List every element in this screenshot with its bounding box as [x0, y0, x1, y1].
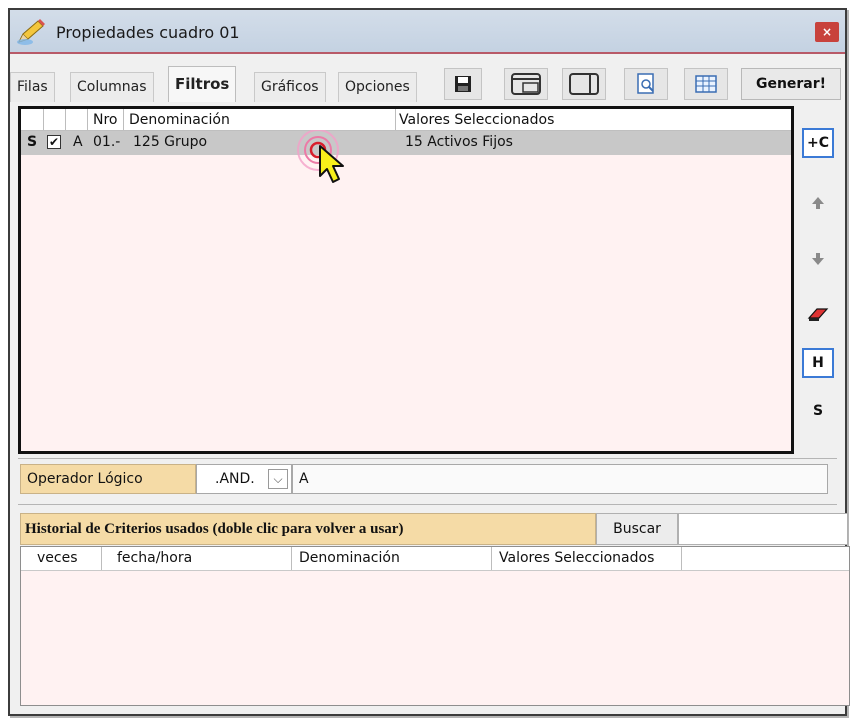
save-icon: [455, 76, 471, 92]
column-veces[interactable]: veces: [37, 547, 78, 570]
column-valores[interactable]: Valores Seleccionados: [399, 109, 554, 130]
close-icon: ×: [821, 25, 833, 39]
move-up-button[interactable]: [802, 188, 834, 218]
close-button[interactable]: ×: [815, 22, 839, 42]
preview-button[interactable]: [624, 68, 668, 100]
logic-operator-row: Operador Lógico .AND. ⌵ A: [20, 464, 828, 494]
column-nro[interactable]: Nro: [93, 109, 118, 130]
title-bar[interactable]: Propiedades cuadro 01 ×: [10, 10, 845, 54]
history-title: Historial de Criterios usados (doble cli…: [20, 513, 596, 545]
filter-grid: Nro Denominación Valores Seleccionados S…: [18, 106, 794, 454]
checkmark-icon: ✔: [48, 135, 60, 149]
row-a-flag: A: [73, 134, 83, 150]
move-down-button[interactable]: [802, 244, 834, 274]
click-cursor-icon: [297, 130, 344, 183]
grid-table-icon: [695, 75, 717, 93]
panel-split-icon: [569, 73, 599, 95]
tab-filtros[interactable]: Filtros: [168, 66, 237, 102]
history-table-header: veces fecha/hora Denominación Valores Se…: [21, 547, 849, 571]
search-input[interactable]: [678, 513, 848, 545]
row-checkbox[interactable]: ✔: [47, 135, 61, 149]
chevron-down-icon[interactable]: ⌵: [268, 469, 288, 489]
add-column-button[interactable]: +C: [802, 128, 834, 158]
row-valores: 15 Activos Fijos: [405, 134, 513, 150]
window-title: Propiedades cuadro 01: [56, 23, 240, 42]
tab-filas[interactable]: Filas: [10, 72, 55, 102]
column-denominacion[interactable]: Denominación: [299, 547, 400, 570]
down-arrow-icon: [812, 253, 824, 265]
column-fecha-hora[interactable]: fecha/hora: [117, 547, 192, 570]
history-header: Historial de Criterios usados (doble cli…: [20, 513, 850, 545]
h-button[interactable]: H: [802, 348, 834, 378]
panel-button[interactable]: [562, 68, 606, 100]
filter-grid-header: Nro Denominación Valores Seleccionados: [21, 109, 791, 131]
window-layout-icon: [511, 73, 541, 95]
generate-button[interactable]: Generar!: [741, 68, 841, 100]
column-denominacion[interactable]: Denominación: [129, 109, 230, 130]
up-arrow-icon: [812, 197, 824, 209]
operator-text-field[interactable]: A: [292, 464, 828, 494]
pencil-app-icon: [17, 19, 45, 45]
erase-button[interactable]: [802, 300, 834, 330]
eraser-icon: [807, 308, 829, 321]
s-button[interactable]: S: [802, 396, 834, 426]
print-preview-icon: [637, 73, 654, 94]
tab-graficos[interactable]: Gráficos: [254, 72, 326, 102]
column-valores[interactable]: Valores Seleccionados: [499, 547, 654, 570]
layout-button[interactable]: [504, 68, 548, 100]
divider: [18, 504, 837, 505]
tab-bar: Filas Columnas Filtros Gráficos Opciones: [10, 58, 845, 102]
row-nro: 01.-: [93, 134, 121, 150]
grid-button[interactable]: [684, 68, 728, 100]
tab-columnas[interactable]: Columnas: [70, 72, 154, 102]
row-denominacion: 125 Grupo: [133, 134, 208, 150]
row-s-flag: S: [27, 134, 38, 150]
tab-opciones[interactable]: Opciones: [338, 72, 417, 102]
history-table[interactable]: veces fecha/hora Denominación Valores Se…: [20, 546, 850, 706]
search-button[interactable]: Buscar: [596, 513, 678, 545]
save-button[interactable]: [444, 68, 482, 100]
properties-window: Propiedades cuadro 01 × Filas Columnas F…: [8, 8, 850, 716]
operator-label: Operador Lógico: [20, 464, 196, 494]
table-row[interactable]: S ✔ A 01.- 125 Grupo 15 Activos Fijos: [21, 131, 791, 155]
divider: [18, 458, 837, 459]
